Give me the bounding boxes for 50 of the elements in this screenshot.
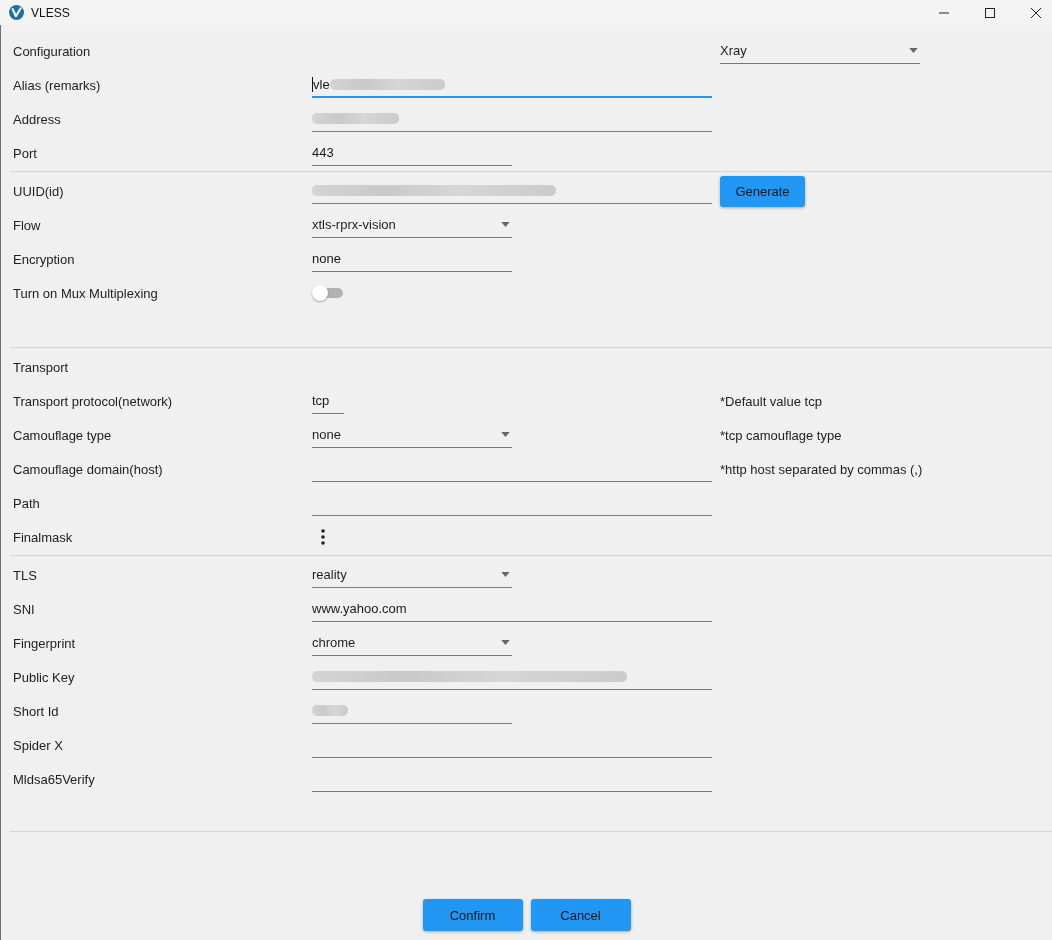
- text-field[interactable]: tcp: [312, 388, 344, 414]
- field-label: Public Key: [13, 669, 76, 685]
- field-label: Camouflage domain(host): [13, 461, 164, 477]
- field-label: Transport protocol(network): [13, 393, 174, 409]
- dropdown[interactable]: reality: [312, 562, 512, 588]
- field-label: Finalmask: [13, 529, 74, 545]
- text-cursor: [312, 76, 313, 92]
- vertical-dots-icon[interactable]: [321, 529, 325, 545]
- section-heading: Configuration: [13, 43, 92, 59]
- text-field[interactable]: vle: [312, 72, 712, 98]
- field-label: Mldsa65Verify: [13, 771, 96, 787]
- caret-icon: [501, 222, 510, 227]
- text-field[interactable]: 443: [312, 140, 512, 166]
- field-label: SNI: [13, 601, 36, 617]
- core-type-dropdown[interactable]: Xray: [720, 38, 920, 64]
- field-label: Alias (remarks): [13, 77, 102, 93]
- toggle-switch[interactable]: [312, 285, 344, 301]
- close-icon: [1031, 7, 1041, 18]
- field-label: Encryption: [13, 251, 76, 267]
- field-label: UUID(id): [13, 183, 65, 199]
- blurred-value: [312, 705, 348, 716]
- field-label: Spider X: [13, 737, 64, 753]
- field-label: Fingerprint: [13, 635, 77, 651]
- dropdown[interactable]: xtls-rprx-vision: [312, 212, 512, 238]
- caret-icon: [501, 432, 510, 437]
- dropdown[interactable]: chrome: [312, 630, 512, 656]
- hint-text: *http host separated by commas (,): [720, 461, 923, 477]
- section-heading: Transport: [13, 359, 70, 375]
- dropdown[interactable]: none: [312, 422, 512, 448]
- field-label: Flow: [13, 217, 42, 233]
- text-field[interactable]: none: [312, 246, 512, 272]
- field-label: Port: [13, 145, 38, 161]
- field-label: Address: [13, 111, 62, 127]
- generate-button[interactable]: Generate: [720, 175, 805, 207]
- text-field[interactable]: www.yahoo.com: [312, 596, 712, 622]
- app-logo-icon: [9, 5, 24, 20]
- field-label: Path: [13, 495, 41, 511]
- field-label: TLS: [13, 567, 38, 583]
- caret-icon: [501, 640, 510, 645]
- caret-icon: [501, 572, 510, 577]
- maximize-icon: [985, 7, 995, 18]
- confirm-button[interactable]: Confirm: [422, 899, 523, 931]
- field-label: Short Id: [13, 703, 60, 719]
- hint-text: *Default value tcp: [720, 393, 822, 409]
- cancel-button[interactable]: Cancel: [530, 899, 631, 931]
- field-label: Camouflage type: [13, 427, 113, 443]
- hint-text: *tcp camouflage type: [720, 427, 842, 443]
- field-label: Turn on Mux Multiplexing: [13, 285, 159, 301]
- window-title: VLESS: [31, 5, 70, 20]
- caret-icon: [909, 48, 918, 53]
